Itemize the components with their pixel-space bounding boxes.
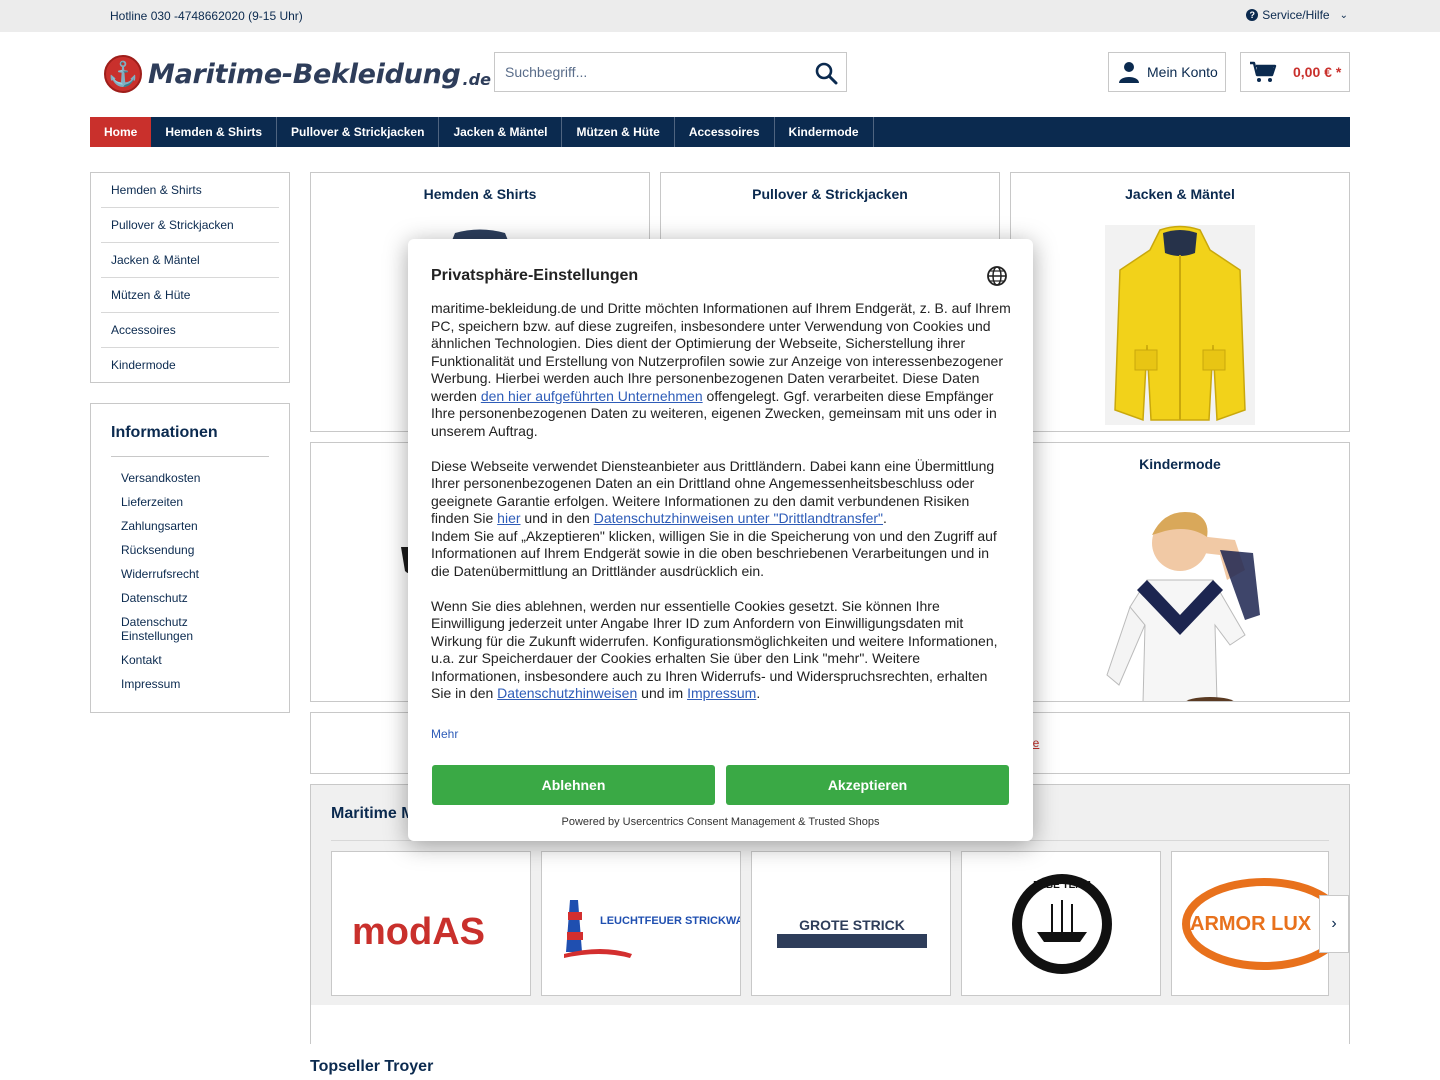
- nav-item-jacken[interactable]: Jacken & Mäntel: [439, 117, 563, 147]
- grote-logo: GROTE STRICK: [777, 917, 927, 948]
- cart-amount: 0,00 € *: [1293, 64, 1342, 80]
- question-icon: ?: [1246, 9, 1259, 21]
- consent-paragraph-3: Indem Sie auf „Akzeptieren" klicken, wil…: [431, 527, 997, 579]
- elbe-team-logo: ELBE TEAM: [1012, 874, 1112, 974]
- brand-card-grote[interactable]: GROTE STRICK: [751, 851, 951, 996]
- chevron-down-icon: ⌄: [1339, 9, 1348, 21]
- svg-text:LEUCHTFEUER STRICKWAREN: LEUCHTFEUER STRICKWAREN: [600, 915, 741, 927]
- consent-text: maritime-bekleidung.de und Dritte möchte…: [431, 300, 1011, 720]
- language-button[interactable]: [986, 265, 1008, 290]
- raincoat-image: [1105, 225, 1255, 425]
- cart-button[interactable]: 0,00 € *: [1240, 52, 1350, 92]
- third-country-link[interactable]: Datenschutzhinweisen unter "Drittlandtra…: [594, 510, 883, 526]
- consent-paragraph-1: maritime-bekleidung.de und Dritte möchte…: [431, 300, 1011, 439]
- nav-item-home[interactable]: Home: [90, 117, 152, 147]
- topseller-title: Topseller Troyer: [310, 1058, 434, 1075]
- info-link-kontakt[interactable]: Kontakt: [121, 653, 281, 667]
- info-links: Versandkosten Lieferzeiten Zahlungsarten…: [121, 471, 281, 701]
- armor-lux-logo: ARMOR LUX: [1182, 878, 1328, 970]
- nav-item-kindermode[interactable]: Kindermode: [775, 117, 874, 147]
- consent-dialog: Privatsphäre-Einstellungen maritime-bekl…: [408, 239, 1033, 841]
- brand-card-elbe-team[interactable]: ELBE TEAM: [961, 851, 1161, 996]
- more-link[interactable]: Mehr: [431, 727, 458, 741]
- nav-item-pullover[interactable]: Pullover & Strickjacken: [277, 117, 440, 147]
- logo-text: Maritime-Bekleidung: [148, 58, 461, 90]
- sidebar-item-muetzen[interactable]: Mützen & Hüte: [101, 278, 279, 313]
- user-icon: [1119, 62, 1139, 83]
- hotline-text: Hotline 030 -4748662020 (9-15 Uhr): [110, 9, 303, 23]
- top-bar: Hotline 030 -4748662020 (9-15 Uhr) ? Ser…: [0, 0, 1440, 32]
- consent-paragraph-4: Wenn Sie dies ablehnen, werden nur essen…: [431, 597, 998, 702]
- sidebar-item-pullover[interactable]: Pullover & Strickjacken: [101, 208, 279, 243]
- nav-item-accessoires[interactable]: Accessoires: [675, 117, 775, 147]
- tile-title: Kindermode: [1139, 456, 1221, 472]
- accept-button[interactable]: Akzeptieren: [726, 765, 1009, 805]
- privacy-link[interactable]: Datenschutzhinweisen: [497, 685, 637, 701]
- search-input[interactable]: [505, 64, 795, 80]
- account-button[interactable]: Mein Konto: [1108, 52, 1226, 92]
- consent-paragraph-2: Diese Webseite verwendet Diensteanbieter…: [431, 457, 995, 527]
- info-link-datenschutz[interactable]: Datenschutz: [121, 591, 281, 605]
- imprint-link[interactable]: Impressum: [687, 685, 756, 701]
- category-tile-kindermode[interactable]: Kindermode: [1010, 442, 1350, 702]
- nav-item-muetzen[interactable]: Mützen & Hüte: [562, 117, 675, 147]
- site-logo[interactable]: ⚓ Maritime-Bekleidung .de: [104, 55, 491, 93]
- brand-card-modas[interactable]: modAS: [331, 851, 531, 996]
- nav-item-hemden[interactable]: Hemden & Shirts: [151, 117, 278, 147]
- info-link-versandkosten[interactable]: Versandkosten: [121, 471, 281, 485]
- svg-text:ELBE TEAM: ELBE TEAM: [1033, 880, 1091, 891]
- brand-card-armor-lux[interactable]: ARMOR LUX: [1171, 851, 1329, 996]
- service-help-menu[interactable]: ? Service/Hilfe ⌄: [1246, 8, 1348, 22]
- sidebar-item-accessoires[interactable]: Accessoires: [101, 313, 279, 348]
- search-box: [494, 52, 847, 92]
- svg-text:modAS: modAS: [352, 911, 485, 953]
- info-title: Informationen: [111, 424, 269, 457]
- sidebar-categories: Hemden & Shirts Pullover & Strickjacken …: [90, 172, 290, 383]
- info-link-lieferzeiten[interactable]: Lieferzeiten: [121, 495, 281, 509]
- search-button[interactable]: [812, 59, 840, 87]
- svg-text:GROTE STRICK: GROTE STRICK: [799, 917, 905, 933]
- category-tile-jacken[interactable]: Jacken & Mäntel: [1010, 172, 1350, 432]
- tile-title: Hemden & Shirts: [423, 186, 537, 202]
- tile-title: Pullover & Strickjacken: [752, 186, 908, 202]
- info-link-ruecksendung[interactable]: Rücksendung: [121, 543, 281, 557]
- brand-card-leuchtfeuer[interactable]: LEUCHTFEUER STRICKWAREN: [541, 851, 741, 996]
- anchor-icon: ⚓: [104, 55, 142, 93]
- sidebar-item-jacken[interactable]: Jacken & Mäntel: [101, 243, 279, 278]
- kids-sailor-image: [1106, 511, 1260, 701]
- info-link-zahlungsarten[interactable]: Zahlungsarten: [121, 519, 281, 533]
- brands-title: Maritime M: [331, 805, 415, 822]
- companies-link[interactable]: den hier aufgeführten Unternehmen: [481, 388, 703, 404]
- sidebar-item-hemden[interactable]: Hemden & Shirts: [101, 173, 279, 208]
- service-help-label: Service/Hilfe: [1262, 8, 1330, 22]
- main-nav: Home Hemden & Shirts Pullover & Strickja…: [90, 117, 1350, 147]
- info-link-impressum[interactable]: Impressum: [121, 677, 281, 691]
- leuchtfeuer-logo: LEUCHTFEUER STRICKWAREN: [564, 900, 741, 958]
- logo-tld: .de: [462, 69, 491, 89]
- account-label: Mein Konto: [1147, 64, 1218, 80]
- reject-button[interactable]: Ablehnen: [432, 765, 715, 805]
- tile-title: Jacken & Mäntel: [1125, 186, 1235, 202]
- info-link-widerrufsrecht[interactable]: Widerrufsrecht: [121, 567, 281, 581]
- cart-icon: [1250, 61, 1277, 82]
- chevron-right-icon: ›: [1331, 915, 1337, 932]
- globe-icon: [987, 266, 1007, 286]
- sidebar-item-kindermode[interactable]: Kindermode: [101, 348, 279, 383]
- info-link-datenschutz-einstellungen[interactable]: Datenschutz Einstellungen: [121, 615, 211, 643]
- consent-title: Privatsphäre-Einstellungen: [431, 267, 639, 284]
- svg-text:ARMOR LUX: ARMOR LUX: [1190, 913, 1312, 935]
- sidebar-information: Informationen Versandkosten Lieferzeiten…: [90, 403, 290, 713]
- here-link[interactable]: hier: [497, 510, 520, 526]
- modas-logo: modAS: [352, 911, 485, 953]
- powered-by-text: Powered by Usercentrics Consent Manageme…: [561, 816, 880, 828]
- brands-next-button[interactable]: ›: [1319, 895, 1349, 953]
- search-icon: [815, 62, 838, 85]
